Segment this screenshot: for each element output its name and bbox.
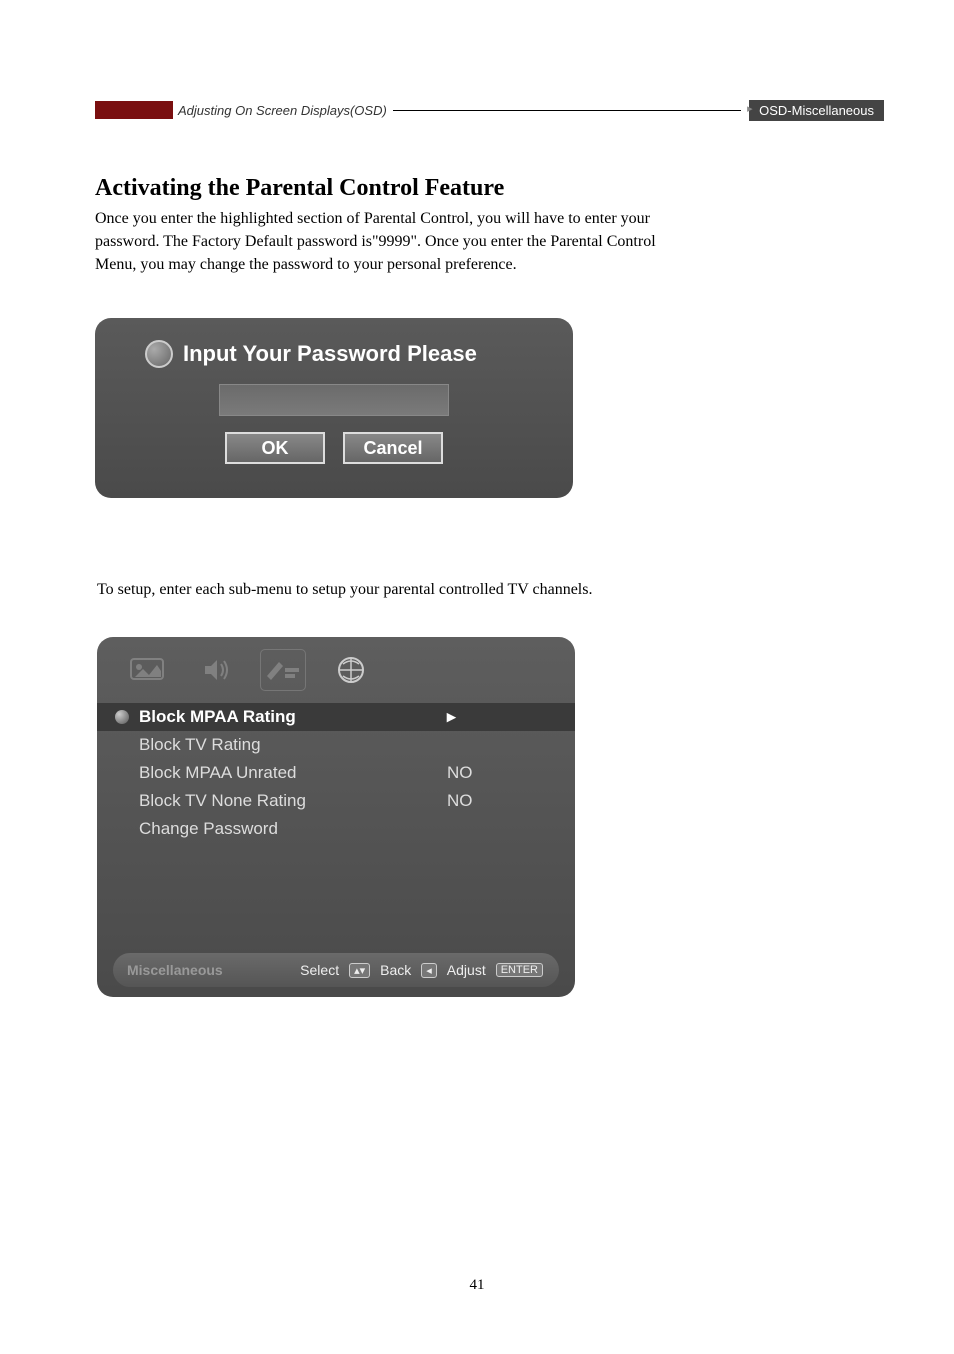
page-title: Activating the Parental Control Feature <box>95 175 504 202</box>
breadcrumb-divider <box>393 110 741 111</box>
header-row: Adjusting On Screen Displays(OSD) OSD-Mi… <box>95 95 884 125</box>
footer-select-label: Select <box>300 962 339 978</box>
enter-key-icon: ENTER <box>496 963 543 977</box>
breadcrumb-left: Adjusting On Screen Displays(OSD) <box>178 103 387 118</box>
misc-tab-icon[interactable] <box>329 650 373 690</box>
setup-paragraph: To setup, enter each sub-menu to setup y… <box>97 578 657 601</box>
password-input[interactable] <box>219 384 449 416</box>
bullet-icon <box>115 710 129 724</box>
parental-control-menu: Block MPAA Rating ▸ Block TV Rating Bloc… <box>97 637 575 997</box>
menu-footer: Miscellaneous Select ▴▾ Back ◂ Adjust EN… <box>113 953 559 987</box>
breadcrumb-section-badge: OSD-Miscellaneous <box>749 100 884 121</box>
menu-item-change-password[interactable]: Change Password <box>97 815 575 843</box>
page-number: 41 <box>0 1277 954 1294</box>
menu-item-label: Block TV None Rating <box>139 791 437 811</box>
menu-item-value: NO <box>447 791 557 811</box>
dialog-button-row: OK Cancel <box>125 432 543 464</box>
footer-section-label: Miscellaneous <box>127 962 223 978</box>
menu-item-value: NO <box>447 763 557 783</box>
footer-back-label: Back <box>380 962 411 978</box>
menu-item-block-mpaa-unrated[interactable]: Block MPAA Unrated NO <box>97 759 575 787</box>
ok-button[interactable]: OK <box>225 432 325 464</box>
menu-top-icons <box>97 637 575 703</box>
audio-tab-icon[interactable] <box>193 650 237 690</box>
password-dialog: Input Your Password Please OK Cancel <box>95 318 573 498</box>
globe-icon <box>145 340 173 368</box>
menu-item-label: Block MPAA Unrated <box>139 763 437 783</box>
menu-item-label: Change Password <box>139 819 437 839</box>
dialog-title-text: Input Your Password Please <box>183 341 477 367</box>
dialog-title-row: Input Your Password Please <box>145 340 543 368</box>
left-key-icon: ◂ <box>421 963 437 978</box>
intro-paragraph: Once you enter the highlighted section o… <box>95 207 675 277</box>
submenu-arrow-icon: ▸ <box>447 707 557 727</box>
menu-item-label: Block MPAA Rating <box>139 707 437 727</box>
menu-list: Block MPAA Rating ▸ Block TV Rating Bloc… <box>97 703 575 843</box>
menu-item-block-tv-none-rating[interactable]: Block TV None Rating NO <box>97 787 575 815</box>
setup-tab-icon[interactable] <box>261 650 305 690</box>
updown-key-icon: ▴▾ <box>349 963 370 978</box>
menu-item-label: Block TV Rating <box>139 735 437 755</box>
footer-adjust-label: Adjust <box>447 962 486 978</box>
header-accent-block <box>95 101 173 119</box>
picture-tab-icon[interactable] <box>125 650 169 690</box>
menu-item-block-tv-rating[interactable]: Block TV Rating <box>97 731 575 759</box>
menu-item-block-mpaa-rating[interactable]: Block MPAA Rating ▸ <box>97 703 575 731</box>
cancel-button[interactable]: Cancel <box>343 432 443 464</box>
